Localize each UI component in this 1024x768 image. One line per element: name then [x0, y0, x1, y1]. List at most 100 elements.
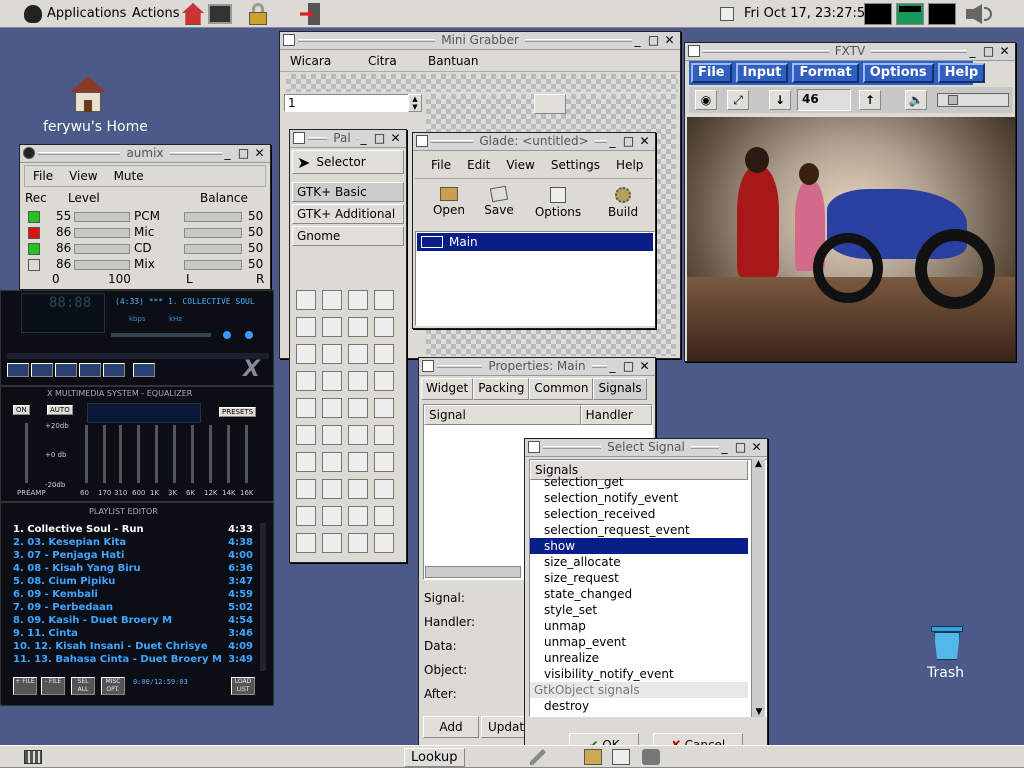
arrow-icon[interactable] [374, 344, 394, 364]
close-icon[interactable]: ✕ [253, 147, 266, 160]
notebook-icon[interactable] [296, 533, 316, 553]
signal-item[interactable]: visibility_notify_event [530, 666, 748, 682]
actions-menu[interactable]: Actions [132, 6, 180, 21]
maximize-icon[interactable]: □ [622, 360, 635, 373]
glade-menu-settings[interactable]: Settings [543, 158, 608, 172]
signal-item[interactable]: state_changed [530, 586, 748, 602]
playlist-item[interactable]: 6. 09 - Kembali 4:59 [11, 588, 257, 601]
fxtv-menu-options[interactable]: Options [862, 63, 934, 83]
selector-button[interactable]: ➤ Selector [292, 150, 404, 174]
col-signal[interactable]: Signal [424, 405, 581, 425]
tree-icon[interactable] [322, 371, 342, 391]
select-signal-titlebar[interactable]: Select Signal _ □ ✕ [525, 439, 767, 457]
rec-toggle[interactable] [28, 259, 40, 271]
eq-auto-button[interactable]: AUTO [47, 405, 73, 415]
prev-icon[interactable] [7, 363, 29, 377]
options-button[interactable]: Options [519, 183, 597, 229]
balance-slider[interactable] [184, 212, 242, 222]
eject-icon[interactable] [133, 363, 155, 377]
eq-band-slider[interactable] [227, 425, 230, 483]
tab-widget[interactable]: Widget [421, 378, 474, 400]
glade-titlebar[interactable]: Glade: <untitled> _ □ ✕ [413, 133, 655, 151]
hscale-icon[interactable] [296, 506, 316, 526]
rec-toggle[interactable] [28, 243, 40, 255]
trash-label[interactable]: Trash [927, 665, 964, 681]
tab-common[interactable]: Common [529, 378, 594, 400]
balance-slider[interactable] [184, 244, 242, 254]
maximize-icon[interactable]: □ [237, 147, 250, 160]
home-launcher-icon[interactable] [182, 3, 204, 25]
xmms-volume-slider[interactable] [111, 333, 211, 337]
playlist-btn[interactable]: SEL ALL [71, 677, 95, 695]
workspace-3[interactable] [928, 3, 956, 25]
build-button[interactable]: Build [597, 183, 649, 229]
playlist-btn[interactable]: - FILE [41, 677, 65, 695]
maximize-icon[interactable]: □ [622, 135, 635, 148]
signal-item[interactable]: selection_get [530, 474, 748, 490]
tab-gnome[interactable]: Gnome [292, 226, 404, 246]
calendar-icon[interactable] [322, 533, 342, 553]
playlist-item[interactable]: 8. 09. Kasih - Duet Broery M 4:54 [11, 614, 257, 627]
playlist-btn[interactable]: MISC OPT. [101, 677, 125, 695]
tab-gtk-additional[interactable]: GTK+ Additional [292, 204, 404, 224]
tab-signals[interactable]: Signals [593, 378, 647, 400]
signal-item[interactable]: unrealize [530, 650, 748, 666]
dialog-icon[interactable] [296, 452, 316, 472]
playlist-item[interactable]: 5. 08. Cium Pipiku 3:47 [11, 575, 257, 588]
clist-icon[interactable] [374, 371, 394, 391]
signal-item[interactable]: unmap_event [530, 634, 748, 650]
hseparator-icon[interactable] [296, 425, 316, 445]
aumix-menu-mute[interactable]: Mute [106, 169, 152, 183]
workspace-1[interactable] [864, 3, 892, 25]
menubar-icon[interactable] [322, 290, 342, 310]
pen-icon[interactable] [530, 749, 546, 765]
fileselect-icon[interactable] [322, 452, 342, 472]
fxtv-menu-input[interactable]: Input [735, 63, 789, 83]
signal-item[interactable]: size_request [530, 570, 748, 586]
tab-gtk-basic[interactable]: GTK+ Basic [292, 182, 404, 202]
playlist-item[interactable]: 2. 03. Kesepian Kita 4:38 [11, 536, 257, 549]
signal-item[interactable]: selection_request_event [530, 522, 748, 538]
hpaned-icon[interactable] [296, 398, 316, 418]
playlist-item[interactable]: 3. 07 - Penjaga Hati 4:00 [11, 549, 257, 562]
glade-menu-view[interactable]: View [498, 158, 542, 172]
viewport-icon[interactable] [374, 533, 394, 553]
eq-band-slider[interactable] [245, 425, 248, 483]
minimize-icon[interactable]: _ [357, 132, 370, 145]
stop-icon[interactable] [79, 363, 101, 377]
glade-menu-help[interactable]: Help [608, 158, 651, 172]
playlist-btn[interactable]: + FILE [13, 677, 37, 695]
aumix-menu-file[interactable]: File [25, 169, 61, 183]
level-slider[interactable] [74, 228, 130, 238]
fxtv-menu-format[interactable]: Format [792, 63, 859, 83]
palette-titlebar[interactable]: Pal _ □ ✕ [290, 130, 406, 148]
fxtv-menu-help[interactable]: Help [937, 63, 986, 83]
signal-item[interactable]: selection_received [530, 506, 748, 522]
rec-toggle[interactable] [28, 211, 40, 223]
monitor-tray-icon[interactable] [612, 749, 630, 765]
channel-field[interactable]: 46 [797, 89, 851, 111]
lookup-button[interactable]: Lookup [404, 748, 465, 767]
aumix-titlebar[interactable]: aumix _ □ ✕ [20, 145, 270, 163]
maximize-icon[interactable]: □ [373, 132, 386, 145]
label-icon[interactable] [296, 317, 316, 337]
vpaned-icon[interactable] [322, 398, 342, 418]
button-icon[interactable] [296, 344, 316, 364]
fixed-icon[interactable] [374, 479, 394, 499]
properties-titlebar[interactable]: Properties: Main _ □ ✕ [419, 358, 655, 376]
lock-icon[interactable] [248, 3, 268, 25]
spin-icon[interactable] [348, 506, 368, 526]
h-scrollbar[interactable] [425, 566, 521, 578]
togglebutton-icon[interactable] [322, 344, 342, 364]
eq-band-slider[interactable] [209, 425, 212, 483]
minimize-icon[interactable]: _ [718, 441, 731, 454]
close-icon[interactable]: ✕ [750, 441, 763, 454]
menu-bantuan[interactable]: Bantuan [420, 54, 486, 68]
add-button[interactable]: Add [423, 716, 479, 738]
xmms-pl-toggle[interactable] [245, 331, 253, 339]
channel-up-icon[interactable]: ↑ [859, 90, 881, 110]
window-icon[interactable] [296, 290, 316, 310]
level-slider[interactable] [74, 212, 130, 222]
signal-item[interactable]: destroy [530, 698, 748, 714]
balance-slider[interactable] [184, 260, 242, 270]
